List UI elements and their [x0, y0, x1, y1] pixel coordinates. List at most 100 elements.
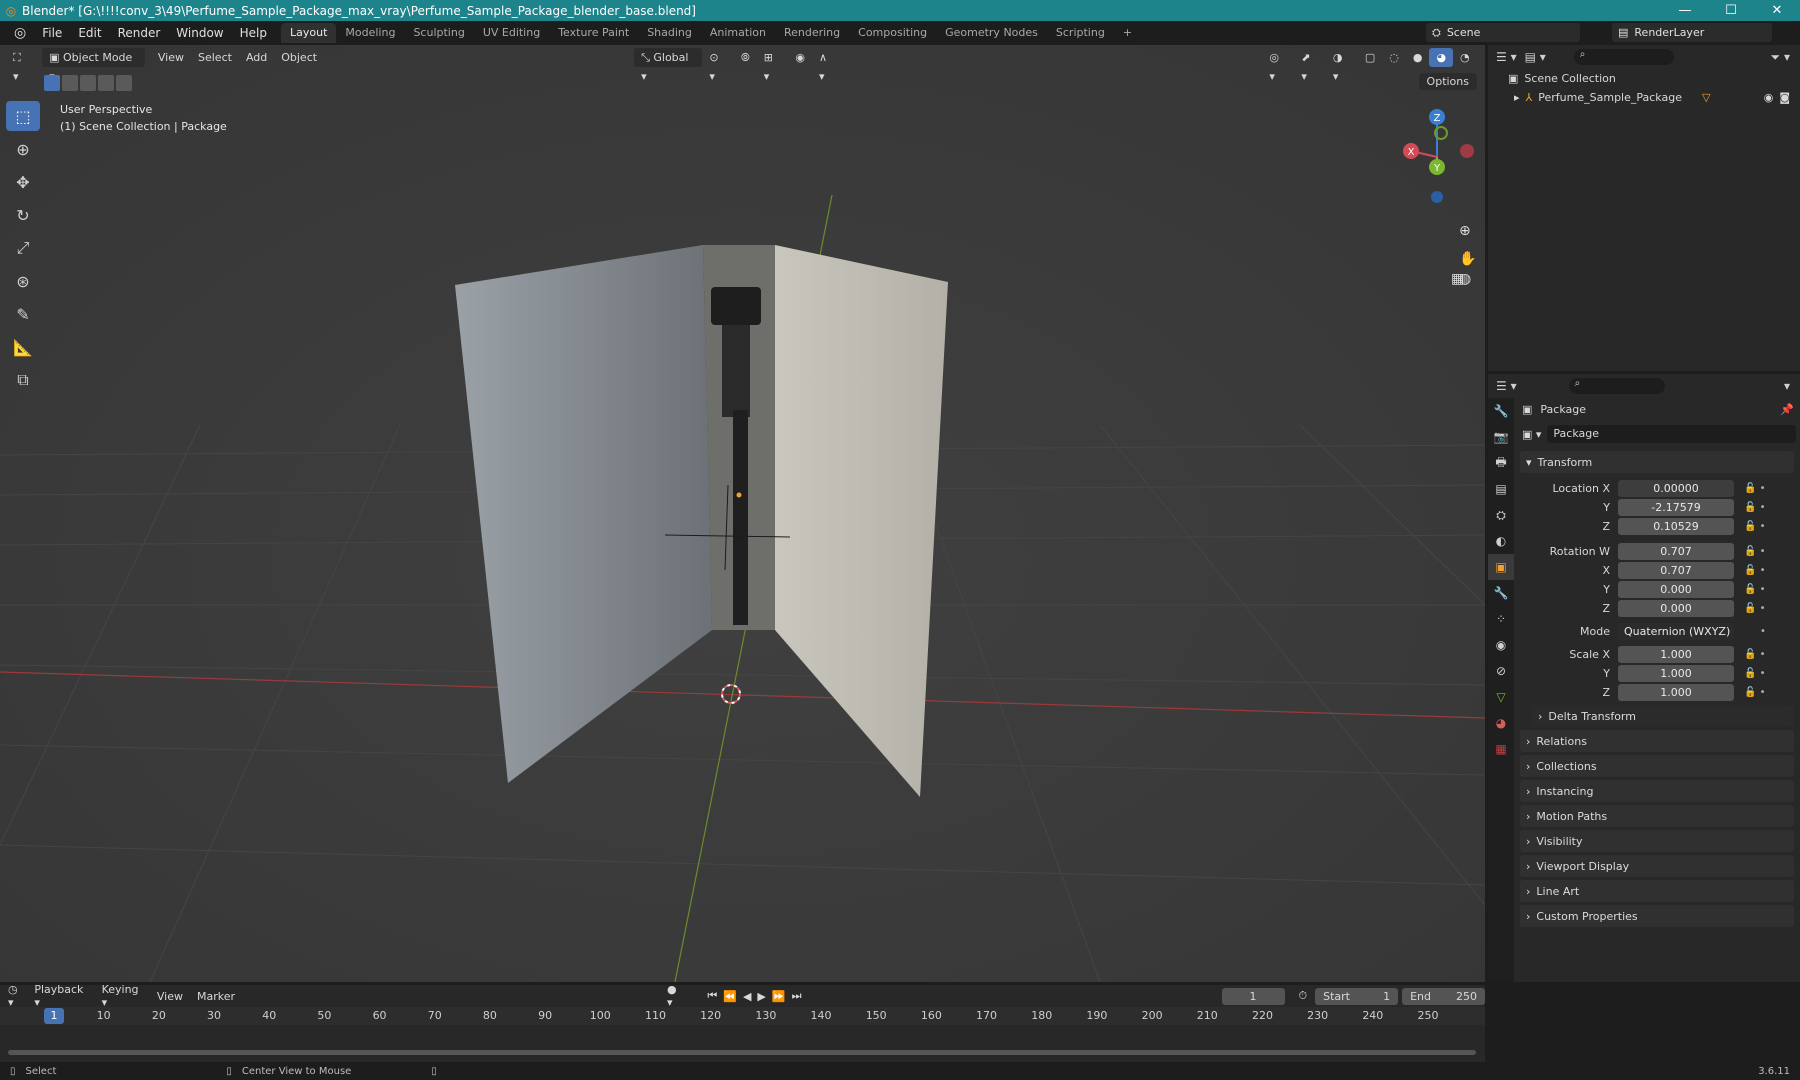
- data-tab-icon[interactable]: ▽: [1488, 684, 1514, 710]
- transform-tool-icon[interactable]: ⊛: [6, 266, 40, 296]
- texture-tab-icon[interactable]: ▦: [1488, 736, 1514, 762]
- next-keyframe-icon[interactable]: ⏩: [772, 990, 786, 1003]
- display-mode-icon[interactable]: ▤ ▾: [1525, 50, 1546, 64]
- outliner-item[interactable]: ▸ ⅄ Perfume_Sample_Package ▽ ◉ ◙: [1488, 88, 1800, 107]
- solid-shading-icon[interactable]: ●: [1406, 48, 1430, 67]
- location-x-field[interactable]: 0.00000: [1618, 480, 1734, 497]
- mode-selector[interactable]: ▣ Object Mode ▾: [42, 47, 145, 83]
- options-button[interactable]: Options: [1418, 73, 1477, 90]
- menu-file[interactable]: File: [34, 26, 70, 40]
- menu-edit[interactable]: Edit: [70, 26, 109, 40]
- physics-tab-icon[interactable]: ◉: [1488, 632, 1514, 658]
- cursor-tool-icon[interactable]: ⊕: [6, 134, 40, 164]
- lock-icon[interactable]: 🔓 •: [1744, 584, 1766, 595]
- output-tab-icon[interactable]: 🖶: [1488, 450, 1514, 476]
- tab-texture-paint[interactable]: Texture Paint: [549, 23, 638, 43]
- transform-panel-header[interactable]: ▾ Transform: [1520, 451, 1794, 473]
- collections-panel-header[interactable]: › Collections: [1520, 755, 1794, 777]
- lock-icon[interactable]: 🔓 •: [1744, 502, 1766, 513]
- object-name-field[interactable]: Package: [1547, 425, 1796, 443]
- scale-x-field[interactable]: 1.000: [1618, 646, 1734, 663]
- expand-arrow-icon[interactable]: ▸: [1514, 91, 1520, 104]
- select-intersect-icon[interactable]: [116, 75, 132, 91]
- move-tool-icon[interactable]: ✥: [6, 167, 40, 197]
- lock-icon[interactable]: 🔓 •: [1744, 546, 1766, 557]
- outliner-editor-icon[interactable]: ☰ ▾: [1496, 50, 1517, 64]
- visibility-panel-header[interactable]: › Visibility: [1520, 830, 1794, 852]
- visibility-icon[interactable]: ◎ ▾: [1262, 48, 1294, 83]
- close-button[interactable]: ✕: [1754, 0, 1800, 21]
- jump-start-icon[interactable]: ⏮: [707, 989, 717, 1003]
- tab-rendering[interactable]: Rendering: [775, 23, 849, 43]
- wireframe-shading-icon[interactable]: ◌: [1382, 48, 1406, 67]
- properties-search-field[interactable]: ⌕: [1568, 378, 1665, 394]
- menu-render[interactable]: Render: [110, 26, 169, 40]
- maximize-button[interactable]: ☐: [1708, 0, 1754, 21]
- scene-selector[interactable]: ⛭ Scene: [1426, 23, 1580, 42]
- blender-menu-icon[interactable]: ◎: [6, 25, 34, 41]
- navigation-gizmo[interactable]: Z X Y ⊕ ✋ ◍: [1397, 97, 1477, 287]
- view-layer-selector[interactable]: ▤ RenderLayer: [1612, 23, 1772, 42]
- rotation-mode-dropdown[interactable]: Quaternion (WXYZ) ▾: [1618, 623, 1734, 655]
- lock-icon[interactable]: 🔓 •: [1744, 603, 1766, 614]
- rotation-w-field[interactable]: 0.707: [1618, 543, 1734, 560]
- viewport-menu-select[interactable]: Select: [191, 48, 239, 67]
- lock-icon[interactable]: 🔓 •: [1744, 521, 1766, 532]
- rotation-x-field[interactable]: 0.707: [1618, 562, 1734, 579]
- rotation-y-field[interactable]: 0.000: [1618, 581, 1734, 598]
- transform-orientation-selector[interactable]: ⤡ Global ▾: [634, 47, 703, 83]
- overlay-toggle-icon[interactable]: ◑ ▾: [1326, 48, 1358, 83]
- scene-tab-icon[interactable]: ⛭: [1488, 502, 1514, 528]
- play-reverse-icon[interactable]: ◀: [743, 990, 751, 1003]
- object-tab-icon[interactable]: ▣: [1488, 554, 1514, 580]
- timeline-menu-playback[interactable]: Playback ▾: [34, 983, 91, 1009]
- material-shading-icon[interactable]: ◕: [1429, 47, 1454, 67]
- xray-icon[interactable]: ▢: [1358, 48, 1382, 67]
- current-frame-field[interactable]: 1: [1221, 987, 1285, 1005]
- timeline-menu-view[interactable]: View: [157, 990, 183, 1003]
- prev-keyframe-icon[interactable]: ⏪: [723, 990, 737, 1003]
- gizmo-toggle-icon[interactable]: ⬈ ▾: [1294, 48, 1326, 83]
- material-tab-icon[interactable]: ◕: [1488, 710, 1514, 736]
- viewport-menu-view[interactable]: View: [151, 48, 191, 67]
- line-art-panel-header[interactable]: › Line Art: [1520, 880, 1794, 902]
- delta-transform-header[interactable]: › Delta Transform: [1532, 705, 1794, 727]
- scale-y-field[interactable]: 1.000: [1618, 665, 1734, 682]
- tab-sculpting[interactable]: Sculpting: [404, 23, 473, 43]
- timeline-editor-icon[interactable]: ◷ ▾: [8, 983, 26, 1009]
- timeline-menu-marker[interactable]: Marker: [197, 990, 235, 1003]
- tab-geometry-nodes[interactable]: Geometry Nodes: [936, 23, 1047, 43]
- tab-shading[interactable]: Shading: [638, 23, 701, 43]
- end-frame-field[interactable]: End 250: [1402, 987, 1486, 1005]
- select-box-tool-icon[interactable]: ⬚: [6, 101, 40, 131]
- keyframe-dot-icon[interactable]: •: [1760, 626, 1766, 637]
- view-layer-tab-icon[interactable]: ▤: [1488, 476, 1514, 502]
- relations-panel-header[interactable]: › Relations: [1520, 730, 1794, 752]
- viewport-menu-object[interactable]: Object: [274, 48, 324, 67]
- custom-properties-panel-header[interactable]: › Custom Properties: [1520, 905, 1794, 927]
- proportional-edit-icon[interactable]: ◉: [788, 48, 812, 67]
- tab-modeling[interactable]: Modeling: [336, 23, 404, 43]
- location-z-field[interactable]: 0.10529: [1618, 518, 1734, 535]
- viewport-menu-add[interactable]: Add: [239, 48, 274, 67]
- rendered-shading-icon[interactable]: ◔ ▾: [1453, 48, 1485, 83]
- ortho-toggle-icon[interactable]: ▦: [1451, 271, 1464, 287]
- render-tab-icon[interactable]: 📷: [1488, 424, 1514, 450]
- object-type-icon[interactable]: ▣ ▾: [1522, 428, 1541, 441]
- auto-keying-icon[interactable]: ● ▾: [667, 983, 685, 1009]
- outliner-search-field[interactable]: ⌕: [1573, 49, 1674, 65]
- rotate-tool-icon[interactable]: ↻: [6, 200, 40, 230]
- location-y-field[interactable]: -2.17579: [1618, 499, 1734, 516]
- tab-layout[interactable]: Layout: [280, 23, 337, 43]
- falloff-icon[interactable]: ∧ ▾: [812, 48, 842, 83]
- lock-icon[interactable]: 🔓 •: [1744, 565, 1766, 576]
- 3d-viewport[interactable]: ⛶ ▾ ▣ Object Mode ▾ View Select Add Obje…: [0, 45, 1485, 982]
- properties-options-icon[interactable]: ▾: [1784, 379, 1790, 393]
- viewport-display-panel-header[interactable]: › Viewport Display: [1520, 855, 1794, 877]
- snap-icon[interactable]: ⦾: [734, 48, 757, 67]
- world-tab-icon[interactable]: ◐: [1488, 528, 1514, 554]
- pin-icon[interactable]: 📌: [1780, 403, 1794, 416]
- lock-icon[interactable]: 🔓 •: [1744, 649, 1766, 660]
- pivot-point-icon[interactable]: ⊙ ▾: [702, 48, 734, 83]
- select-new-icon[interactable]: [44, 75, 60, 91]
